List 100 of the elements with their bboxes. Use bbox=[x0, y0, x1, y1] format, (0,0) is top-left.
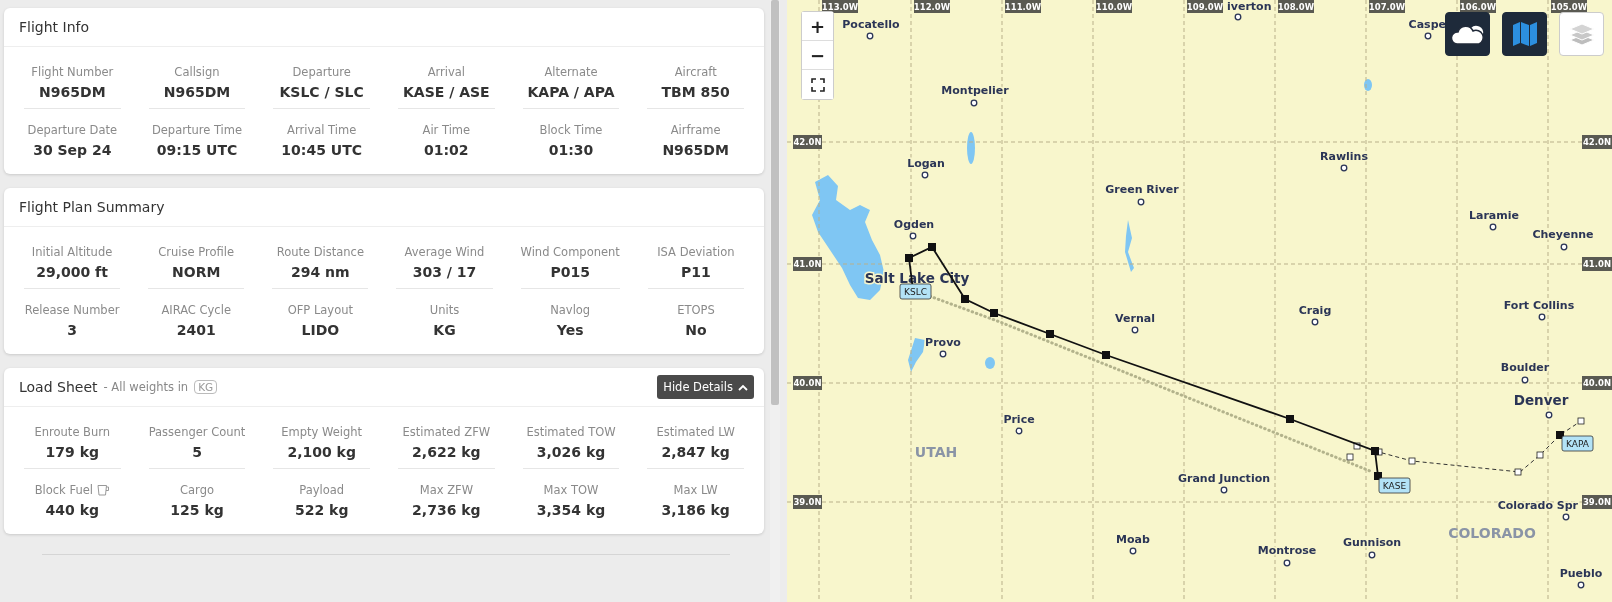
city-name: Craig bbox=[1298, 304, 1332, 317]
waypoint-marker bbox=[1286, 415, 1294, 423]
airport-label[interactable]: KSLC bbox=[899, 283, 932, 300]
state-name: COLORADO bbox=[1448, 525, 1536, 541]
town-marker-icon bbox=[1562, 513, 1570, 521]
fuel-cup-icon bbox=[96, 484, 110, 496]
map-view[interactable] bbox=[787, 0, 1612, 602]
river bbox=[1125, 220, 1134, 272]
town-marker-icon bbox=[1311, 318, 1319, 326]
city-name: Boulder bbox=[1500, 361, 1550, 374]
field-value: 5 bbox=[192, 444, 202, 460]
longitude-label: 108.0W bbox=[1277, 0, 1315, 13]
field-label: Departure Date bbox=[27, 123, 118, 137]
town-marker-icon bbox=[1129, 547, 1137, 555]
zoom-in-button[interactable]: + bbox=[802, 12, 833, 41]
city-name: Denver bbox=[1513, 392, 1569, 408]
field-value: 2401 bbox=[176, 322, 216, 338]
town-marker-icon bbox=[1545, 411, 1553, 419]
field-label: Release Number bbox=[24, 303, 120, 317]
longitude-label: 107.0W bbox=[1368, 0, 1406, 13]
field-label: Max TOW bbox=[543, 483, 599, 497]
hide-details-button[interactable]: Hide Details bbox=[657, 375, 754, 399]
folded-map-icon bbox=[1510, 20, 1539, 48]
field-value: 2,622 kg bbox=[412, 444, 481, 460]
latitude-label: 39.0N bbox=[793, 495, 822, 509]
field-value: 179 kg bbox=[45, 444, 100, 460]
town-marker-icon bbox=[921, 171, 929, 179]
waypoint-marker bbox=[1102, 351, 1110, 359]
airport-label[interactable]: KASE bbox=[1378, 477, 1411, 494]
field-label: Air Time bbox=[422, 123, 471, 137]
field-label: Arrival bbox=[427, 65, 465, 79]
latitude-label: 40.0N bbox=[793, 376, 822, 390]
town-marker-icon bbox=[1368, 551, 1376, 559]
field-value: P11 bbox=[681, 264, 711, 280]
waypoint-marker bbox=[990, 309, 998, 317]
field-label: Wind Component bbox=[520, 245, 620, 259]
city-name: Gunnison bbox=[1342, 536, 1402, 549]
card-title: Flight Info bbox=[19, 19, 90, 35]
field-value: 3,354 kg bbox=[536, 502, 606, 518]
town-marker-icon bbox=[939, 350, 947, 358]
town-marker-icon bbox=[1137, 198, 1145, 206]
city-name: Laramie bbox=[1469, 209, 1519, 222]
city-name: Montpelier bbox=[941, 84, 1009, 97]
field-value: LIDO bbox=[301, 322, 340, 338]
city-name: Montrose bbox=[1257, 544, 1317, 557]
field-label: Route Distance bbox=[276, 245, 364, 259]
field-value: N965DM bbox=[39, 84, 106, 100]
field-label: Estimated LW bbox=[656, 425, 735, 439]
state-name: UTAH bbox=[914, 444, 958, 460]
waypoint-marker bbox=[905, 254, 913, 262]
field-label: Initial Altitude bbox=[31, 245, 113, 259]
city-name: Vernal bbox=[1115, 312, 1155, 325]
city-name: Cheyenne bbox=[1532, 228, 1594, 241]
field-label: ETOPS bbox=[677, 303, 715, 317]
unit-badge: KG bbox=[194, 380, 218, 394]
field-label: Max LW bbox=[673, 483, 718, 497]
field-value: 522 kg bbox=[295, 502, 349, 518]
town-marker-icon bbox=[1538, 313, 1546, 321]
field-label: Departure bbox=[292, 65, 351, 79]
latitude-label: 40.0N bbox=[1582, 376, 1612, 390]
field-value: P015 bbox=[550, 264, 590, 280]
town-marker-icon bbox=[1577, 581, 1585, 589]
longitude-label: 110.0W bbox=[1095, 0, 1133, 13]
waypoint-marker bbox=[1536, 451, 1544, 459]
field-label: Callsign bbox=[174, 65, 220, 79]
scrollbar[interactable] bbox=[770, 0, 780, 602]
latitude-label: 41.0N bbox=[793, 257, 822, 271]
field-label: Block Fuel bbox=[34, 483, 93, 497]
field-label: Arrival Time bbox=[287, 123, 357, 137]
waypoint-marker bbox=[928, 243, 936, 251]
waypoint-marker bbox=[961, 295, 969, 303]
field-value: KSLC / SLC bbox=[279, 84, 364, 100]
field-label: Max ZFW bbox=[419, 483, 473, 497]
waypoint-marker bbox=[1046, 330, 1054, 338]
field-label: Passenger Count bbox=[148, 425, 246, 439]
field-label: ISA Deviation bbox=[657, 245, 735, 259]
map-layer-button[interactable] bbox=[1445, 12, 1490, 56]
waypoint-marker bbox=[1408, 457, 1416, 465]
field-label: Departure Time bbox=[151, 123, 243, 137]
field-label: Estimated ZFW bbox=[402, 425, 491, 439]
field-value: 01:02 bbox=[424, 142, 469, 158]
field-label: Airframe bbox=[670, 123, 721, 137]
field-value: 125 kg bbox=[170, 502, 224, 518]
airport-label[interactable]: KAPA bbox=[1561, 435, 1594, 452]
card-title: Load Sheet bbox=[19, 379, 98, 395]
field-value: 3,026 kg bbox=[536, 444, 606, 460]
city-name: Colorado Spr bbox=[1497, 499, 1578, 512]
field-label: Average Wind bbox=[404, 245, 485, 259]
field-label: Navlog bbox=[550, 303, 591, 317]
field-value: 303 / 17 bbox=[412, 264, 477, 280]
field-label: Cruise Profile bbox=[158, 245, 235, 259]
field-value: 3 bbox=[67, 322, 77, 338]
card-subtitle: - All weights in bbox=[103, 380, 189, 394]
field-label: Enroute Burn bbox=[34, 425, 111, 439]
field-value: N965DM bbox=[662, 142, 729, 158]
town-marker-icon bbox=[1489, 223, 1497, 231]
lake bbox=[985, 357, 995, 369]
field-value: 2,100 kg bbox=[287, 444, 356, 460]
city-name: Moab bbox=[1116, 533, 1150, 546]
chevron-up-icon bbox=[738, 383, 748, 391]
